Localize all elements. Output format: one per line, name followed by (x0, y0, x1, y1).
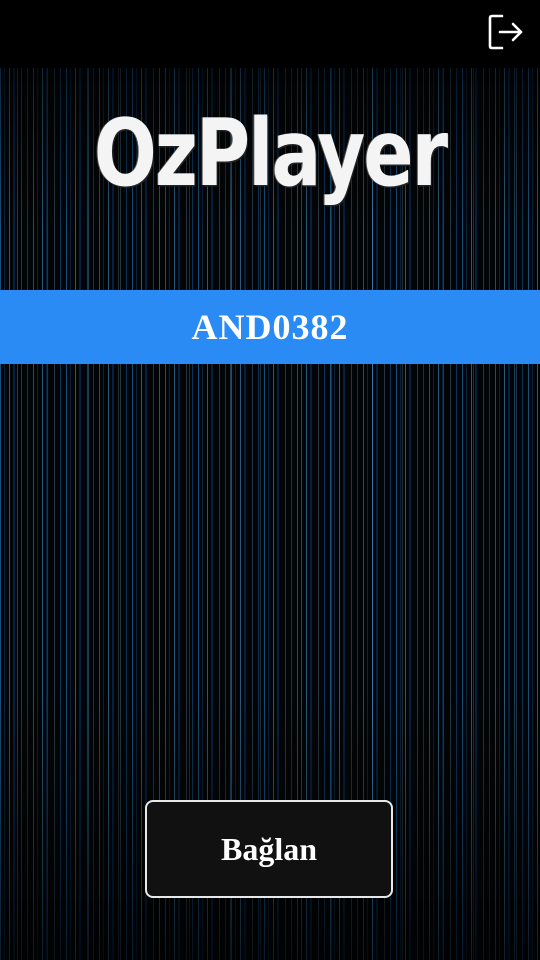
device-code: AND0382 (191, 307, 349, 347)
exit-button[interactable] (486, 12, 526, 52)
app-screen: OzPlayer AND0382 Bağlan (0, 0, 540, 960)
connect-button-label: Bağlan (220, 830, 318, 867)
top-bar (0, 0, 540, 68)
exit-icon (488, 14, 523, 50)
connect-button[interactable]: Bağlan (145, 800, 393, 898)
app-logo: OzPlayer (93, 100, 448, 208)
device-code-banner: AND0382 (0, 290, 540, 364)
